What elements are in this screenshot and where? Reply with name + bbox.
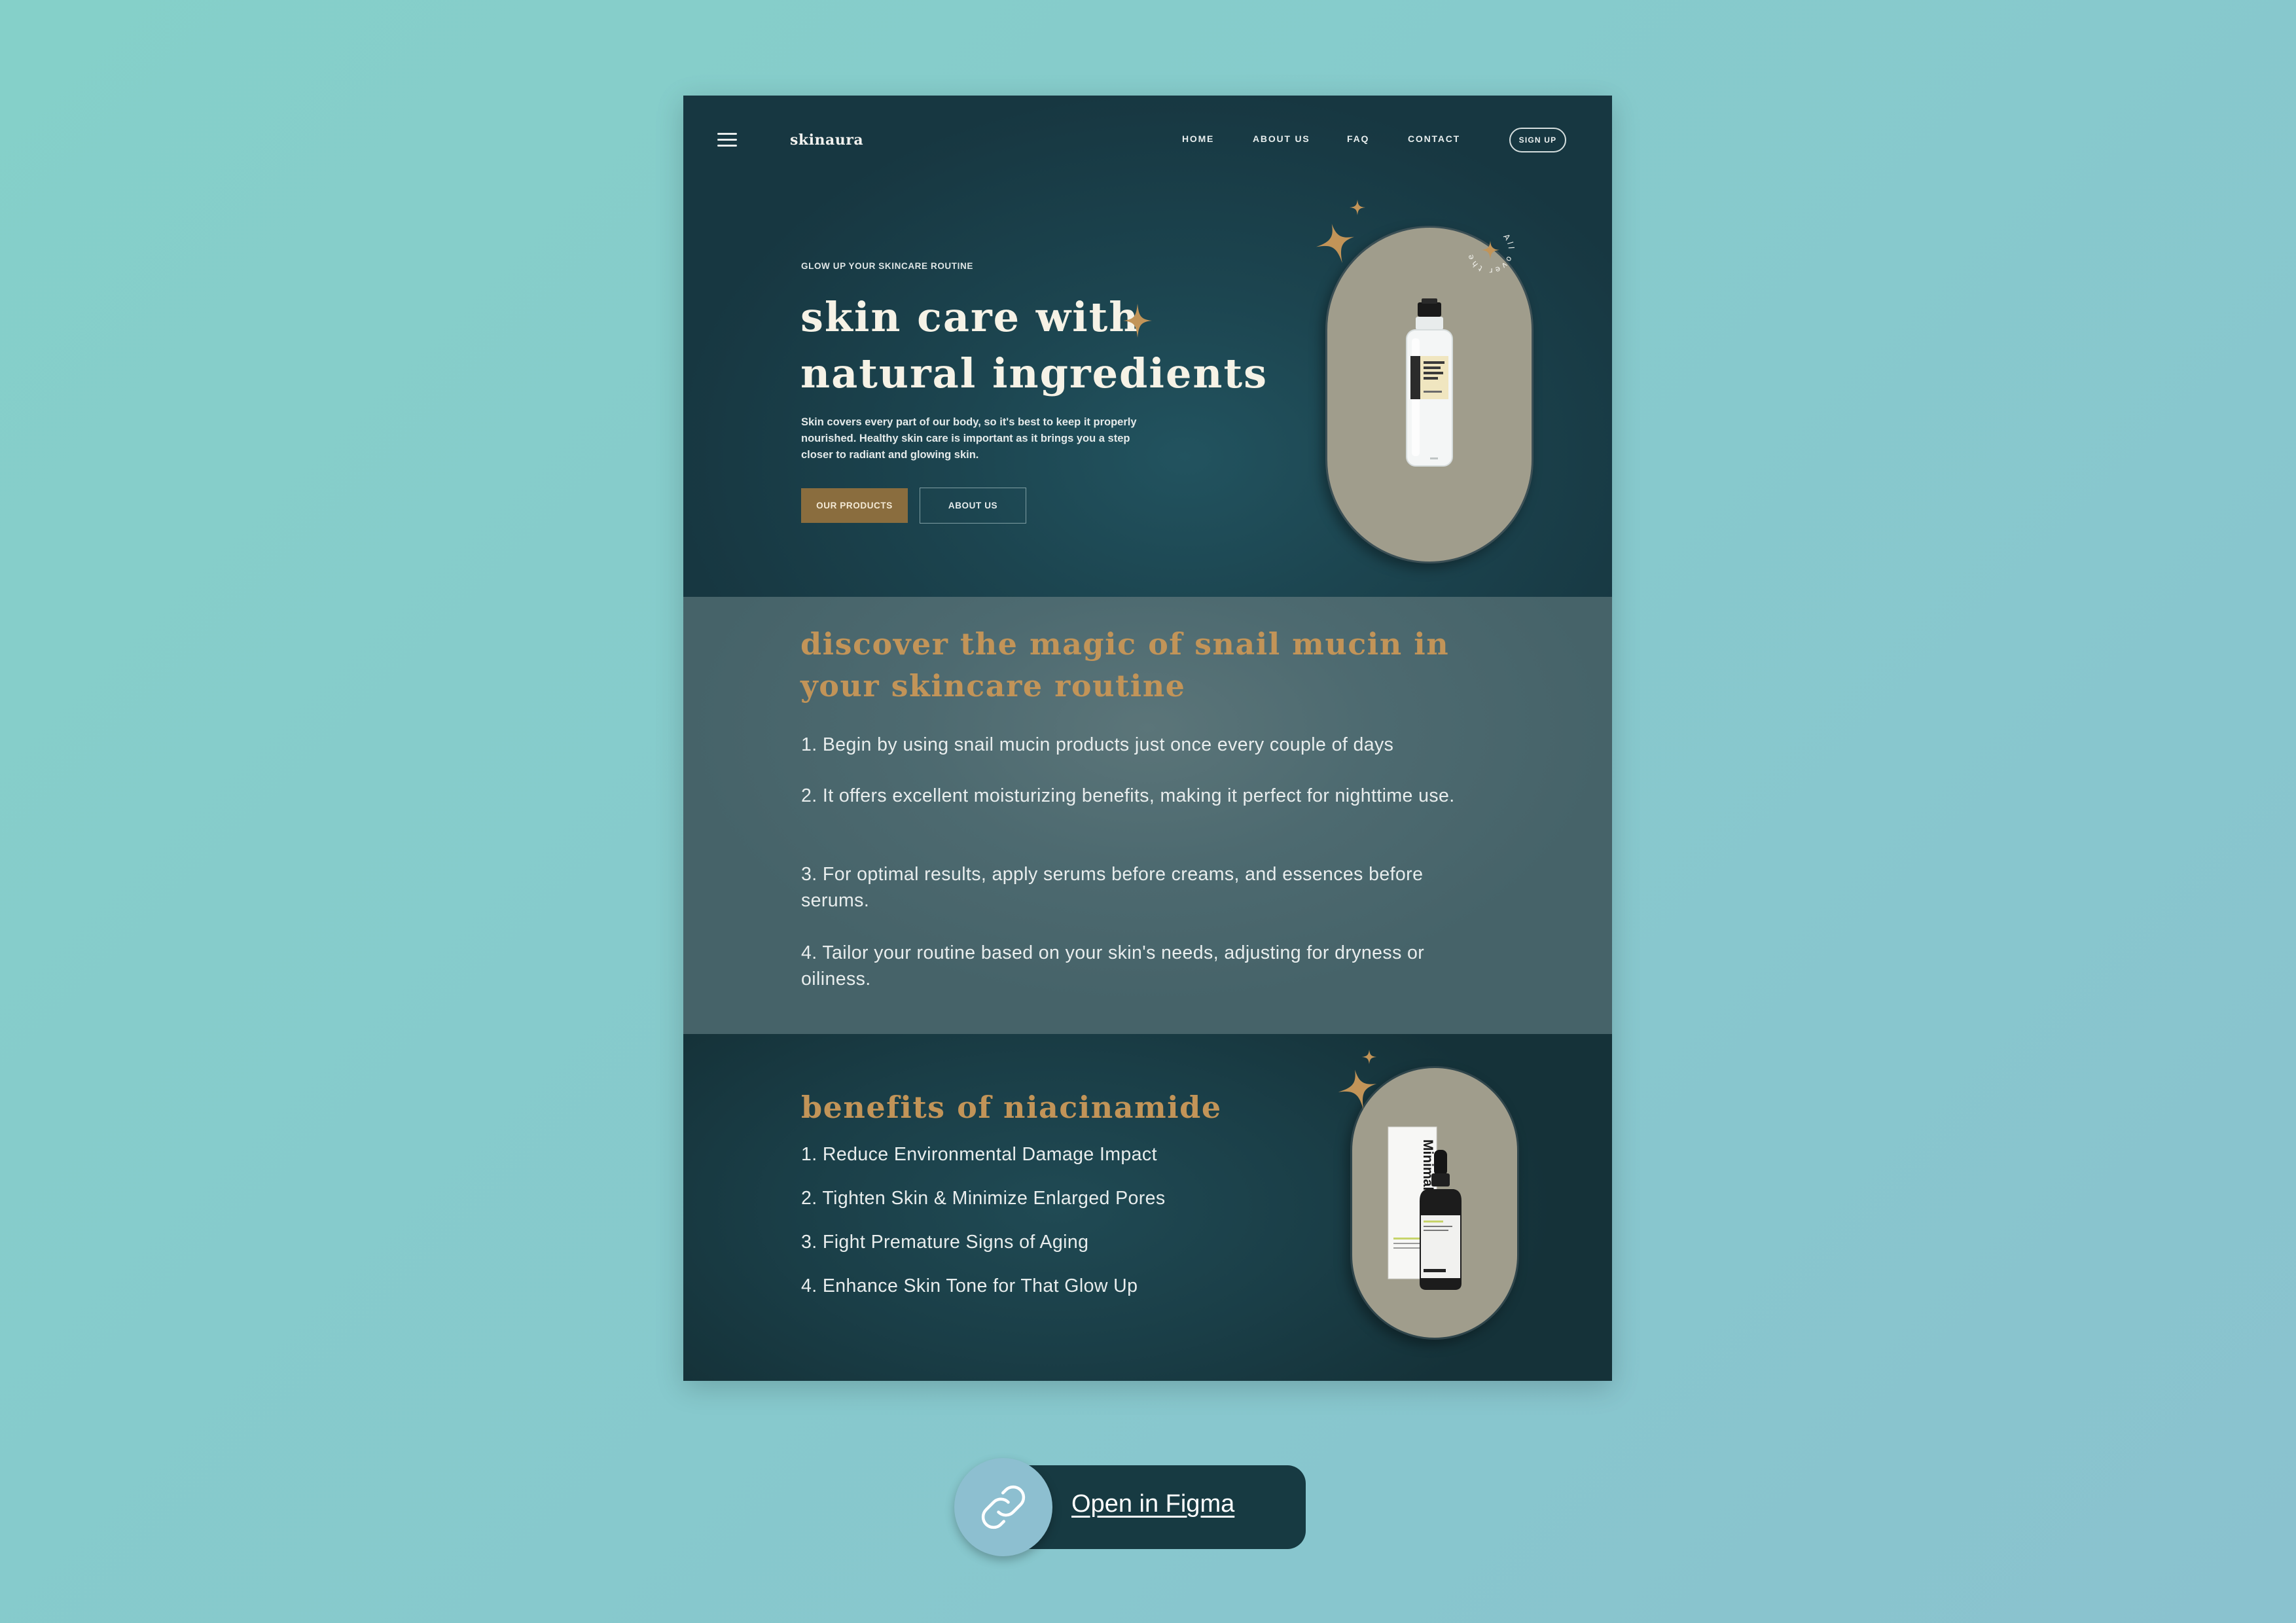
- mucin-item-1: 1. Begin by using snail mucin products j…: [801, 734, 1394, 755]
- mucin-item-3: 3. For optimal results, apply serums bef…: [801, 864, 1424, 911]
- nav-home[interactable]: HOME: [1182, 134, 1214, 144]
- sparkle-decoration-icon: [1338, 1050, 1377, 1110]
- snail-mucin-section: discover the magic of snail mucin in you…: [683, 597, 1612, 1034]
- landing-page-frame: skinaura HOME ABOUT US FAQ CONTACT SIGN …: [683, 96, 1612, 1381]
- niacinamide-item-3: 3. Fight Premature Signs of Aging: [801, 1232, 1089, 1253]
- nav-contact[interactable]: CONTACT: [1408, 134, 1460, 144]
- link-icon-button[interactable]: [954, 1458, 1052, 1556]
- mucin-title: discover the magic of snail mucin in you…: [800, 626, 1450, 704]
- niacinamide-title: benefits of niacinamide: [801, 1090, 1222, 1125]
- circular-text-badge: All over the world: [1464, 224, 1514, 276]
- hero-eyebrow: GLOW UP YOUR SKINCARE ROUTINE: [801, 261, 973, 271]
- mucin-item-4: 4. Tailor your routine based on your ski…: [801, 942, 1425, 990]
- hero-title-line2: natural ingredients: [800, 349, 1268, 397]
- hero-title: skin care with natural ingredients: [800, 289, 1272, 402]
- mucin-item-2: 2. It offers excellent moisturizing bene…: [801, 785, 1455, 806]
- link-icon: [981, 1485, 1026, 1529]
- sparkle-icon: [1123, 304, 1152, 338]
- hero-section: skinaura HOME ABOUT US FAQ CONTACT SIGN …: [683, 96, 1612, 597]
- hamburger-menu-icon[interactable]: [717, 133, 737, 149]
- nav-about-us[interactable]: ABOUT US: [1253, 134, 1310, 144]
- serum-bottle-image: [1406, 298, 1453, 467]
- open-in-figma-label[interactable]: Open in Figma: [1071, 1490, 1234, 1518]
- hero-description: Skin covers every part of our body, so i…: [801, 416, 1137, 461]
- niacinamide-item-4: 4. Enhance Skin Tone for That Glow Up: [801, 1275, 1138, 1296]
- niacinamide-item-2: 2. Tighten Skin & Minimize Enlarged Pore…: [801, 1188, 1166, 1209]
- our-products-button[interactable]: OUR PRODUCTS: [801, 488, 908, 523]
- niacinamide-section: benefits of niacinamide 1. Reduce Enviro…: [683, 1034, 1612, 1381]
- sign-up-button[interactable]: SIGN UP: [1509, 128, 1566, 152]
- brand-logo[interactable]: skinaura: [790, 132, 863, 149]
- hero-product-card: [1325, 226, 1534, 563]
- sparkle-decoration-icon: [1316, 200, 1365, 263]
- about-us-button[interactable]: ABOUT US: [920, 488, 1026, 524]
- niacinamide-item-1: 1. Reduce Environmental Damage Impact: [801, 1144, 1157, 1165]
- hero-title-line1: skin care with: [800, 293, 1140, 341]
- nav-faq[interactable]: FAQ: [1347, 134, 1369, 144]
